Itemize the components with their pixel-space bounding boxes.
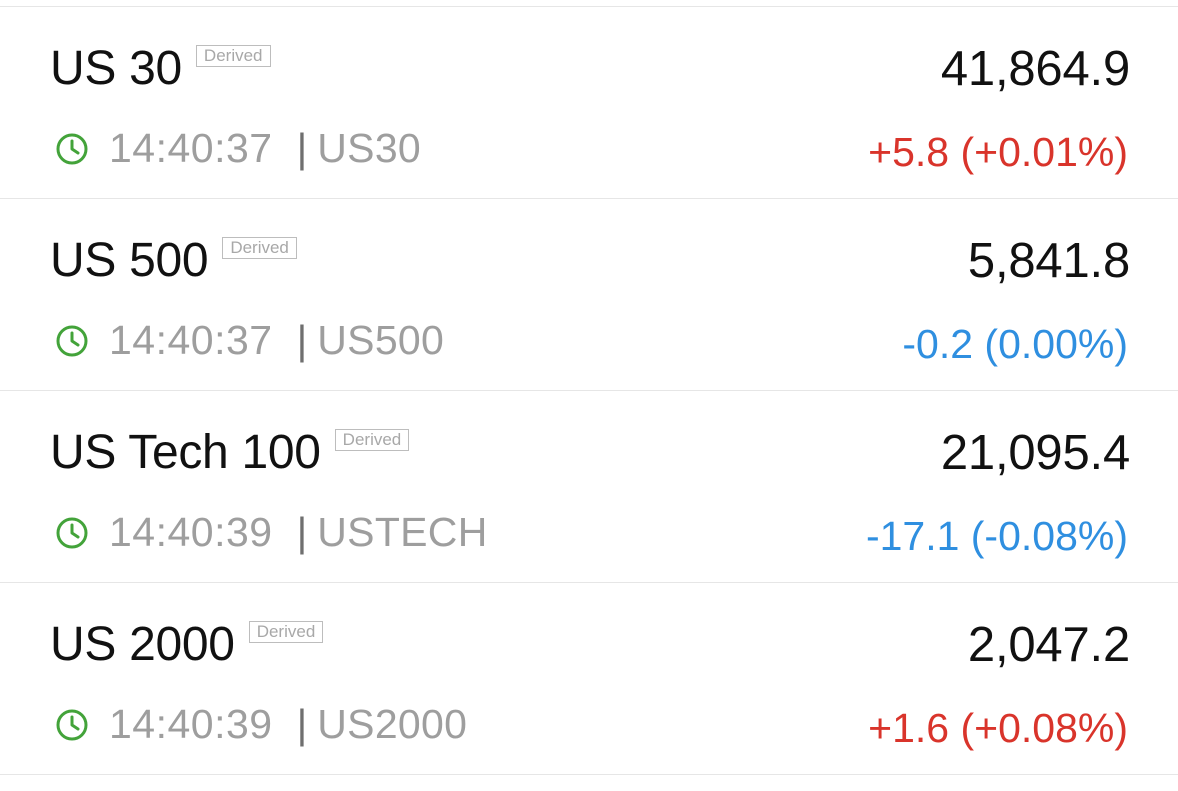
derived-badge: Derived: [222, 237, 297, 259]
price-change: +1.6 (+0.08%): [868, 705, 1128, 751]
instrument-name: US 30: [50, 42, 182, 95]
quote-time: 14:40:39: [109, 509, 273, 555]
derived-badge: Derived: [195, 45, 271, 67]
clock-icon: [56, 133, 88, 164]
instrument-symbol: US30: [317, 125, 422, 171]
instrument-symbol: US500: [317, 317, 445, 363]
clock-icon: [56, 325, 88, 356]
price-change: -0.2 (0.00%): [902, 321, 1128, 367]
derived-badge: Derived: [248, 621, 324, 643]
quote-row-us500[interactable]: US 500 Derived 5,841.8 14:40:37 | US500 …: [0, 199, 1178, 390]
quote-row-us2000[interactable]: US 2000 Derived 2,047.2 14:40:39 | US200…: [0, 583, 1178, 774]
instrument-price: 21,095.4: [940, 426, 1130, 480]
quote-meta: 14:40:37 | US30: [55, 125, 421, 172]
meta-separator: |: [296, 125, 308, 171]
instrument-symbol: USTECH: [317, 509, 488, 555]
quote-time: 14:40:39: [109, 701, 273, 747]
instrument-name: US Tech 100: [50, 426, 321, 479]
instrument-title: US 2000 Derived: [50, 617, 324, 672]
meta-separator: |: [296, 317, 308, 363]
instrument-price: 5,841.8: [967, 234, 1130, 288]
instrument-name: US 2000: [50, 618, 235, 671]
instrument-price: 41,864.9: [940, 42, 1130, 96]
instrument-name: US 500: [50, 234, 209, 287]
instrument-title: US 500 Derived: [50, 233, 297, 288]
instrument-title: US 30 Derived: [50, 41, 271, 96]
clock-icon: [56, 709, 88, 740]
divider: [0, 774, 1178, 775]
quote-time: 14:40:37: [109, 125, 273, 171]
quote-row-us30[interactable]: US 30 Derived 41,864.9 14:40:37 | US30 +…: [0, 7, 1178, 198]
meta-separator: |: [296, 701, 308, 747]
quote-meta: 14:40:37 | US500: [55, 317, 444, 364]
price-change: +5.8 (+0.01%): [868, 129, 1128, 175]
quote-meta: 14:40:39 | US2000: [55, 701, 467, 748]
derived-badge: Derived: [334, 429, 410, 451]
instrument-price: 2,047.2: [967, 618, 1130, 672]
clock-icon: [56, 517, 88, 548]
instrument-title: US Tech 100 Derived: [50, 425, 410, 480]
quote-time: 14:40:37: [109, 317, 273, 363]
meta-separator: |: [296, 509, 308, 555]
quote-row-ustech[interactable]: US Tech 100 Derived 21,095.4 14:40:39 | …: [0, 391, 1178, 582]
price-change: -17.1 (-0.08%): [865, 513, 1128, 559]
instrument-symbol: US2000: [317, 701, 468, 747]
quote-meta: 14:40:39 | USTECH: [55, 509, 488, 556]
